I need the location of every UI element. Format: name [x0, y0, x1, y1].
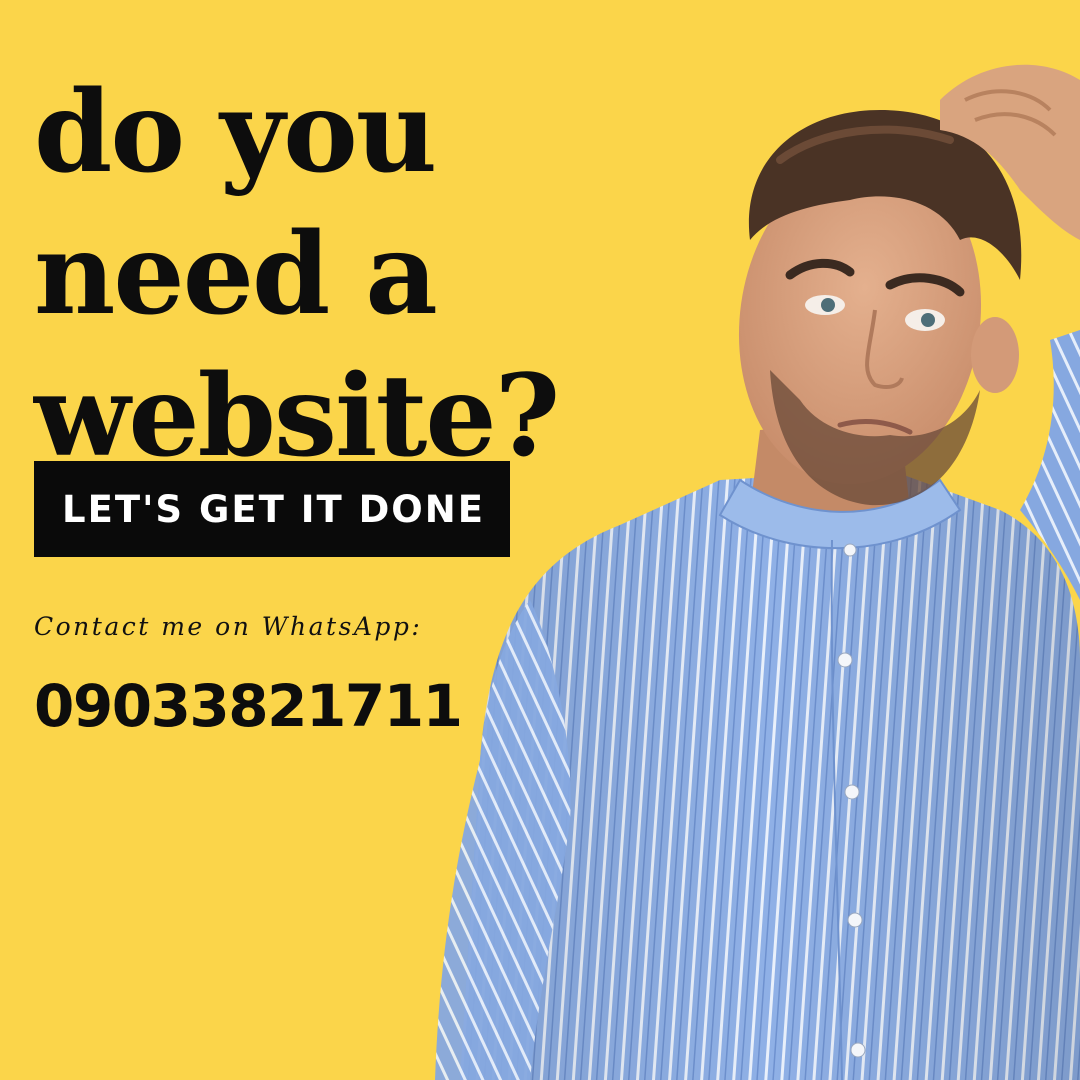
man-scratching-head-photo	[435, 64, 1080, 1080]
phone-number[interactable]: 09033821711	[34, 672, 463, 740]
contact-label: Contact me on WhatsApp:	[34, 612, 423, 641]
